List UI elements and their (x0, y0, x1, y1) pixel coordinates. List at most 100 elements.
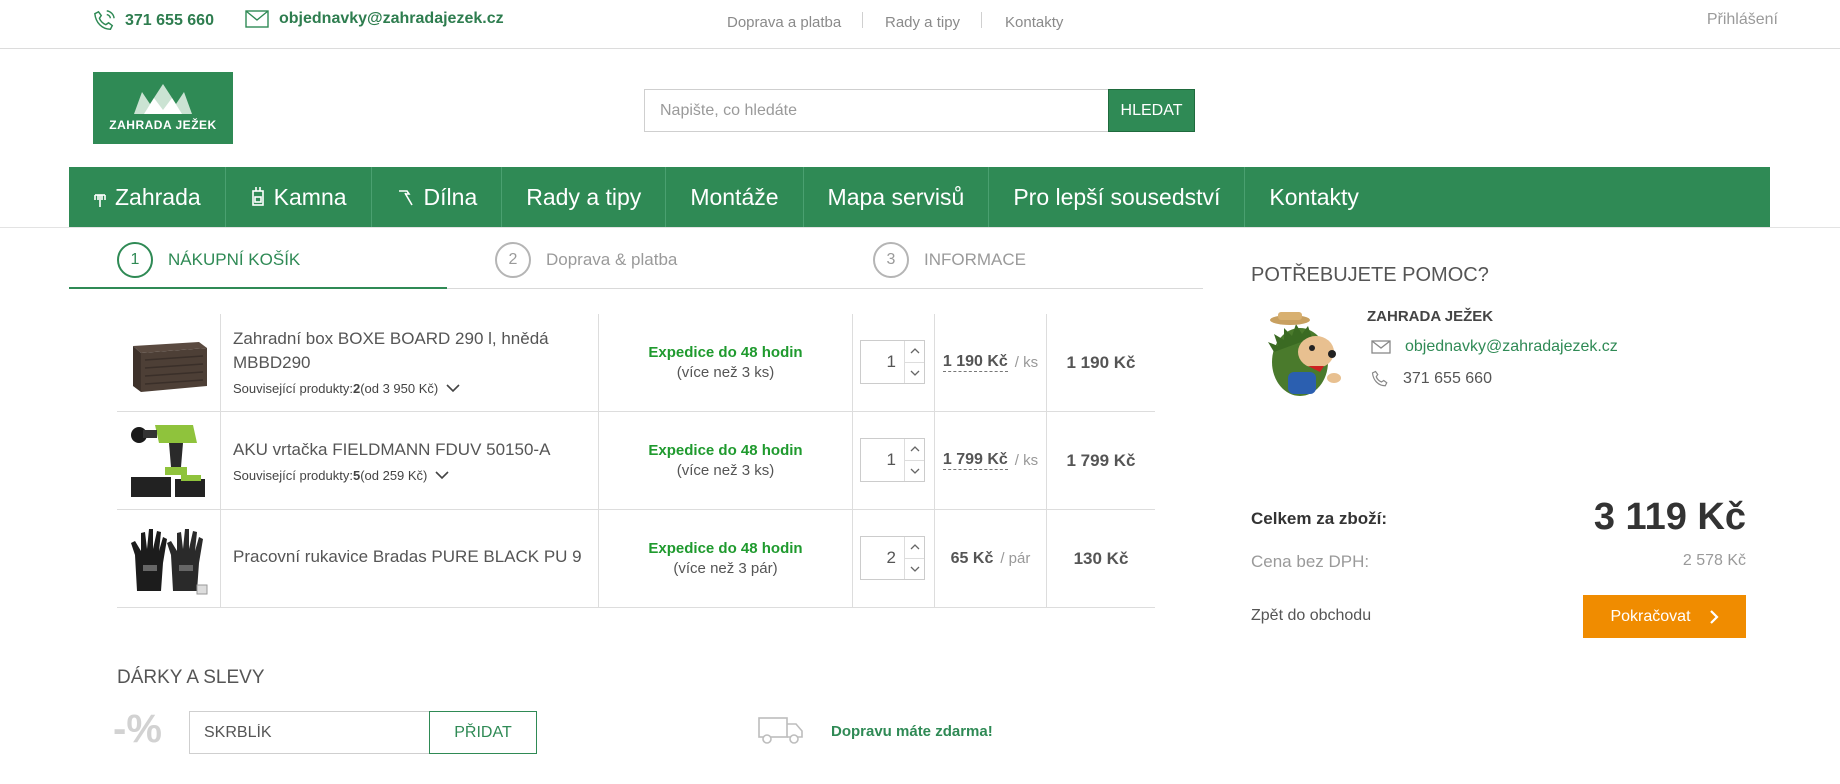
unit-label: / ks (1014, 452, 1039, 469)
quantity-stepper[interactable]: 1 (860, 438, 925, 482)
topbar-link-contacts[interactable]: Kontakty (1005, 14, 1063, 31)
chevron-up-icon (910, 348, 919, 354)
product-info-cell: AKU vrtačka FIELDMANN FDUV 50150-A Souvi… (221, 412, 599, 509)
step-shipping[interactable]: 2 Doprava & platba (495, 242, 677, 278)
nav-label: Kontakty (1269, 183, 1359, 210)
phone-icon (94, 10, 115, 30)
nav-item-sousedstvi[interactable]: Pro lepší sousedství (989, 167, 1246, 227)
nav-item-kamna[interactable]: Kamna (226, 167, 372, 227)
product-name[interactable]: AKU vrtačka FIELDMANN FDUV 50150-A (233, 438, 586, 462)
drill-image (130, 424, 205, 497)
topbar-link-tips[interactable]: Rady a tipy (885, 14, 960, 31)
stock-text: (více než 3 ks) (676, 364, 775, 381)
line-total: 1 190 Kč (1066, 352, 1136, 372)
step-cart[interactable]: 1 NÁKUPNÍ KOŠÍK (117, 242, 300, 278)
truck-icon (758, 717, 803, 744)
stepper-buttons (904, 341, 924, 383)
main-navigation: Zahrada Kamna Dílna Rady a tipy Montáže … (69, 167, 1770, 227)
unit-price-cell: 1 190 Kč / ks (935, 314, 1047, 411)
gloves-image (130, 528, 207, 594)
envelope-icon (1371, 340, 1391, 354)
unit-price-cell: 65 Kč / pár (935, 510, 1047, 607)
nav-label: Kamna (273, 183, 347, 210)
topbar-link-shipping[interactable]: Doprava a platba (727, 14, 841, 31)
help-email[interactable]: objednavky@zahradajezek.cz (1371, 338, 1618, 356)
quantity-value[interactable]: 2 (861, 537, 904, 579)
topbar-email[interactable]: objednavky@zahradajezek.cz (245, 10, 504, 28)
topbar-separator (862, 12, 863, 28)
increment-button[interactable] (905, 341, 924, 363)
total-value: 3 119 Kč (1593, 496, 1746, 538)
step-number: 2 (495, 242, 531, 278)
nav-item-dilna[interactable]: Dílna (372, 167, 503, 227)
decrement-button[interactable] (905, 363, 924, 384)
nav-label: Zahrada (115, 183, 201, 210)
decrement-button[interactable] (905, 559, 924, 580)
stock-text: (více než 3 pár) (673, 560, 778, 577)
quantity-stepper[interactable]: 2 (860, 536, 925, 580)
steps-active-indicator (69, 287, 447, 289)
gifts-title: DÁRKY A SLEVY (117, 667, 265, 688)
product-info-cell: Zahradní box BOXE BOARD 290 l, hnědá MBB… (221, 314, 599, 411)
product-name[interactable]: Zahradní box BOXE BOARD 290 l, hnědá MBB… (233, 327, 586, 375)
line-total: 130 Kč (1073, 548, 1129, 568)
search-input[interactable] (644, 89, 1109, 132)
related-from: (od 259 Kč) (360, 468, 428, 483)
step-label: NÁKUPNÍ KOŠÍK (168, 250, 301, 269)
decrement-button[interactable] (905, 461, 924, 482)
increment-button[interactable] (905, 537, 924, 559)
topbar-phone[interactable]: 371 655 660 (93, 10, 214, 32)
expedition-text: Expedice do 48 hodin (648, 442, 803, 459)
availability-cell: Expedice do 48 hodin (více než 3 ks) (599, 412, 853, 509)
unit-price: 1 799 Kč (942, 451, 1008, 470)
quantity-value[interactable]: 1 (861, 439, 904, 481)
continue-button[interactable]: Pokračovat (1583, 595, 1746, 638)
vat-value: 2 578 Kč (1682, 552, 1746, 569)
login-link[interactable]: Přihlášení (1707, 11, 1778, 29)
help-company-name: ZAHRADA JEŽEK (1367, 308, 1494, 325)
nav-item-kontakty[interactable]: Kontakty (1245, 167, 1383, 227)
cart-row: AKU vrtačka FIELDMANN FDUV 50150-A Souvi… (117, 412, 1155, 510)
continue-label: Pokračovat (1610, 607, 1691, 625)
nav-item-zahrada[interactable]: Zahrada (69, 167, 226, 227)
logo[interactable]: ZAHRADA JEŽEK (93, 72, 233, 144)
add-coupon-button[interactable]: PŘIDAT (429, 711, 537, 754)
quantity-stepper[interactable]: 1 (860, 340, 925, 384)
line-total: 1 799 Kč (1066, 450, 1136, 470)
search-button[interactable]: HLEDAT (1108, 89, 1195, 132)
crown-icon (134, 84, 192, 114)
help-email-text: objednavky@zahradajezek.cz (1405, 338, 1618, 355)
product-image-cell[interactable] (117, 314, 221, 411)
chevron-up-icon (910, 544, 919, 550)
nav-item-montaze[interactable]: Montáže (666, 167, 804, 227)
product-image-cell[interactable] (117, 510, 221, 607)
nav-label: Mapa servisů (827, 183, 965, 210)
nav-label: Rady a tipy (526, 183, 642, 210)
help-phone-text: 371 655 660 (1403, 370, 1492, 387)
availability-cell: Expedice do 48 hodin (více než 3 ks) (599, 314, 853, 411)
unit-label: / ks (1014, 354, 1039, 371)
rake-icon (93, 186, 107, 208)
related-products-toggle[interactable]: Související produkty: 2 (od 3 950 Kč) (233, 381, 586, 396)
chevron-down-icon (446, 384, 460, 393)
coupon-input[interactable] (189, 711, 430, 754)
quantity-value[interactable]: 1 (861, 341, 904, 383)
nav-label: Pro lepší sousedství (1013, 183, 1221, 210)
topbar-phone-text: 371 655 660 (125, 12, 214, 29)
nav-item-servis[interactable]: Mapa servisů (804, 167, 990, 227)
related-products-toggle[interactable]: Související produkty: 5 (od 259 Kč) (233, 468, 586, 483)
step-information[interactable]: 3 INFORMACE (873, 242, 1026, 278)
back-to-shop-link[interactable]: Zpět do obchodu (1251, 607, 1371, 625)
logo-text: ZAHRADA JEŽEK (109, 118, 217, 132)
help-phone[interactable]: 371 655 660 (1371, 370, 1492, 388)
product-info-cell: Pracovní rukavice Bradas PURE BLACK PU 9 (221, 510, 599, 607)
unit-price-cell: 1 799 Kč / ks (935, 412, 1047, 509)
step-label: Doprava & platba (546, 250, 678, 269)
divider (0, 227, 1840, 228)
increment-button[interactable] (905, 439, 924, 461)
stepper-buttons (904, 537, 924, 579)
unit-price: 65 Kč (950, 549, 994, 567)
nav-item-rady[interactable]: Rady a tipy (502, 167, 667, 227)
product-name[interactable]: Pracovní rukavice Bradas PURE BLACK PU 9 (233, 545, 586, 569)
product-image-cell[interactable] (117, 412, 221, 509)
